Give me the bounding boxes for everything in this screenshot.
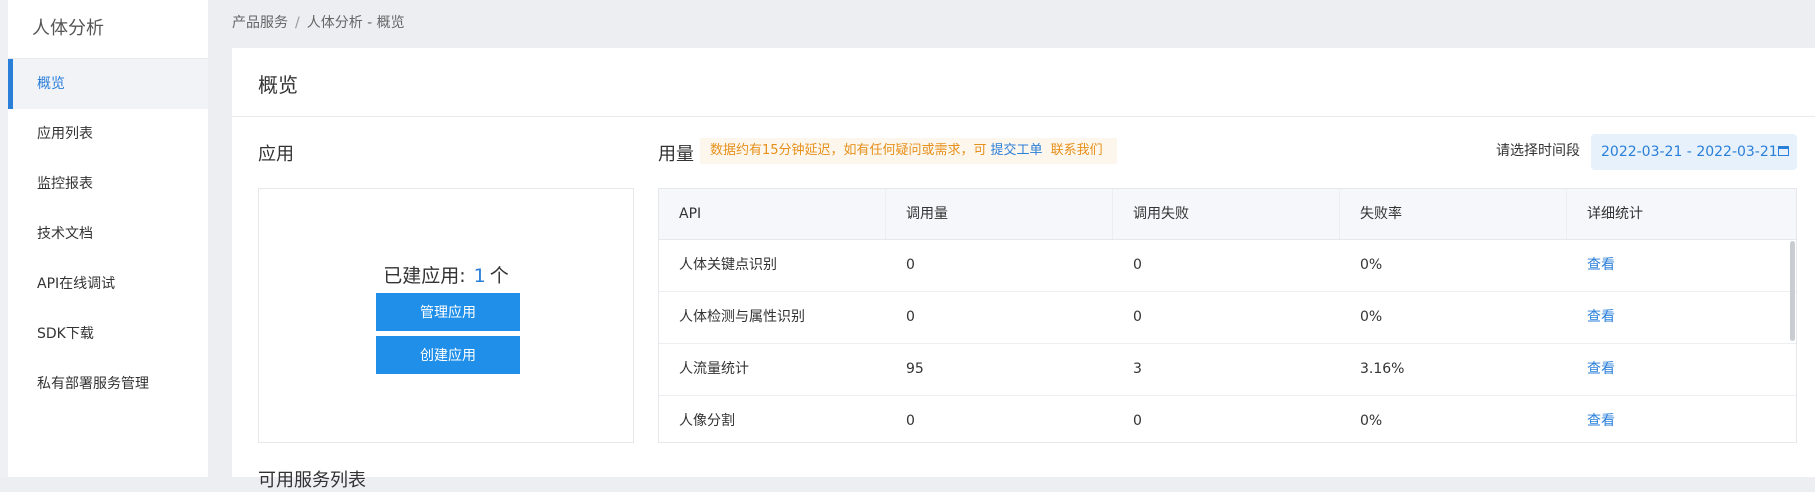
column-header-fail-rate: 失败率 [1340, 189, 1567, 239]
fail-rate: 0% [1360, 413, 1383, 429]
fail-count: 3 [1133, 361, 1142, 377]
view-details-link[interactable]: 查看 [1567, 396, 1796, 442]
main-panel: 概览 应用 已建应用: 1个 管理应用 创建应用 可用服务列表 用量 数据约有1… [232, 48, 1815, 491]
sidebar-item-api-debug[interactable]: API在线调试 [8, 259, 208, 309]
breadcrumb-root[interactable]: 产品服务 [232, 15, 288, 31]
create-app-button[interactable]: 创建应用 [376, 336, 520, 374]
table-row: 人流量统计 95 3 3.16% 查看 [659, 344, 1796, 396]
api-name: 人体检测与属性识别 [679, 309, 805, 325]
call-count: 0 [906, 413, 915, 429]
apps-section-title: 应用 [258, 144, 294, 165]
sidebar-item-overview[interactable]: 概览 [8, 59, 208, 109]
fail-rate: 3.16% [1360, 361, 1405, 377]
table-row: 人像分割 0 0 0% 查看 [659, 396, 1796, 442]
call-count: 95 [906, 361, 924, 377]
usage-section-title: 用量 [658, 144, 694, 165]
sidebar-item-private-deploy[interactable]: 私有部署服务管理 [8, 359, 208, 409]
divider [232, 116, 1815, 117]
fail-rate: 0% [1360, 309, 1383, 325]
sidebar-title: 人体分析 [8, 0, 208, 59]
column-header-fails: 调用失败 [1113, 189, 1340, 239]
apps-card: 已建应用: 1个 管理应用 创建应用 [258, 188, 634, 443]
table-header: API 调用量 调用失败 失败率 详细统计 [659, 189, 1796, 240]
view-details-link[interactable]: 查看 [1567, 240, 1796, 291]
sidebar-item-app-list[interactable]: 应用列表 [8, 109, 208, 159]
manage-apps-button[interactable]: 管理应用 [376, 293, 520, 331]
call-count: 0 [906, 257, 915, 273]
date-range-value: 2022-03-21 - 2022-03-21 [1601, 144, 1778, 160]
api-name: 人流量统计 [679, 361, 749, 377]
date-range-label: 请选择时间段 [1496, 143, 1580, 159]
date-range-picker[interactable]: 2022-03-21 - 2022-03-21 [1591, 134, 1797, 170]
page-title: 概览 [258, 73, 298, 97]
table-row: 人体检测与属性识别 0 0 0% 查看 [659, 292, 1796, 344]
call-count: 0 [906, 309, 915, 325]
breadcrumb-current: 人体分析 - 概览 [306, 15, 405, 31]
apps-count: 已建应用: 1个 [259, 261, 633, 288]
sidebar-item-monitor-report[interactable]: 监控报表 [8, 159, 208, 209]
apps-count-prefix: 已建应用: [383, 265, 466, 287]
sidebar: 人体分析 概览 应用列表 监控报表 技术文档 API在线调试 SDK下载 私有部… [0, 0, 208, 477]
sidebar-item-tech-docs[interactable]: 技术文档 [8, 209, 208, 259]
column-header-api: API [659, 189, 886, 239]
apps-count-unit: 个 [489, 265, 509, 287]
api-name: 人像分割 [679, 413, 735, 429]
submit-ticket-link[interactable]: 提交工单 [991, 143, 1043, 158]
calendar-icon[interactable] [1778, 146, 1789, 156]
breadcrumb: 产品服务 / 人体分析 - 概览 [232, 12, 405, 32]
fail-rate: 0% [1360, 257, 1383, 273]
usage-delay-notice: 数据约有15分钟延迟，如有任何疑问或需求，可 提交工单 联系我们 [700, 138, 1117, 164]
column-header-details: 详细统计 [1587, 206, 1643, 222]
view-details-link[interactable]: 查看 [1567, 292, 1796, 343]
sidebar-item-sdk-download[interactable]: SDK下载 [8, 309, 208, 359]
contact-us-link[interactable]: 联系我们 [1051, 143, 1103, 158]
available-services-title: 可用服务列表 [258, 470, 366, 491]
apps-count-number: 1 [473, 265, 486, 287]
column-header-calls: 调用量 [886, 189, 1113, 239]
notice-text: 数据约有15分钟延迟，如有任何疑问或需求，可 [710, 143, 987, 158]
breadcrumb-separator: / [295, 15, 300, 31]
usage-table: API 调用量 调用失败 失败率 详细统计 人体关键点识别 0 0 0% 查看 … [658, 188, 1797, 443]
view-details-link[interactable]: 查看 [1567, 344, 1796, 395]
table-row: 人体关键点识别 0 0 0% 查看 [659, 240, 1796, 292]
fail-count: 0 [1133, 257, 1142, 273]
fail-count: 0 [1133, 413, 1142, 429]
fail-count: 0 [1133, 309, 1142, 325]
table-scrollbar[interactable] [1790, 241, 1795, 341]
api-name: 人体关键点识别 [679, 257, 777, 273]
